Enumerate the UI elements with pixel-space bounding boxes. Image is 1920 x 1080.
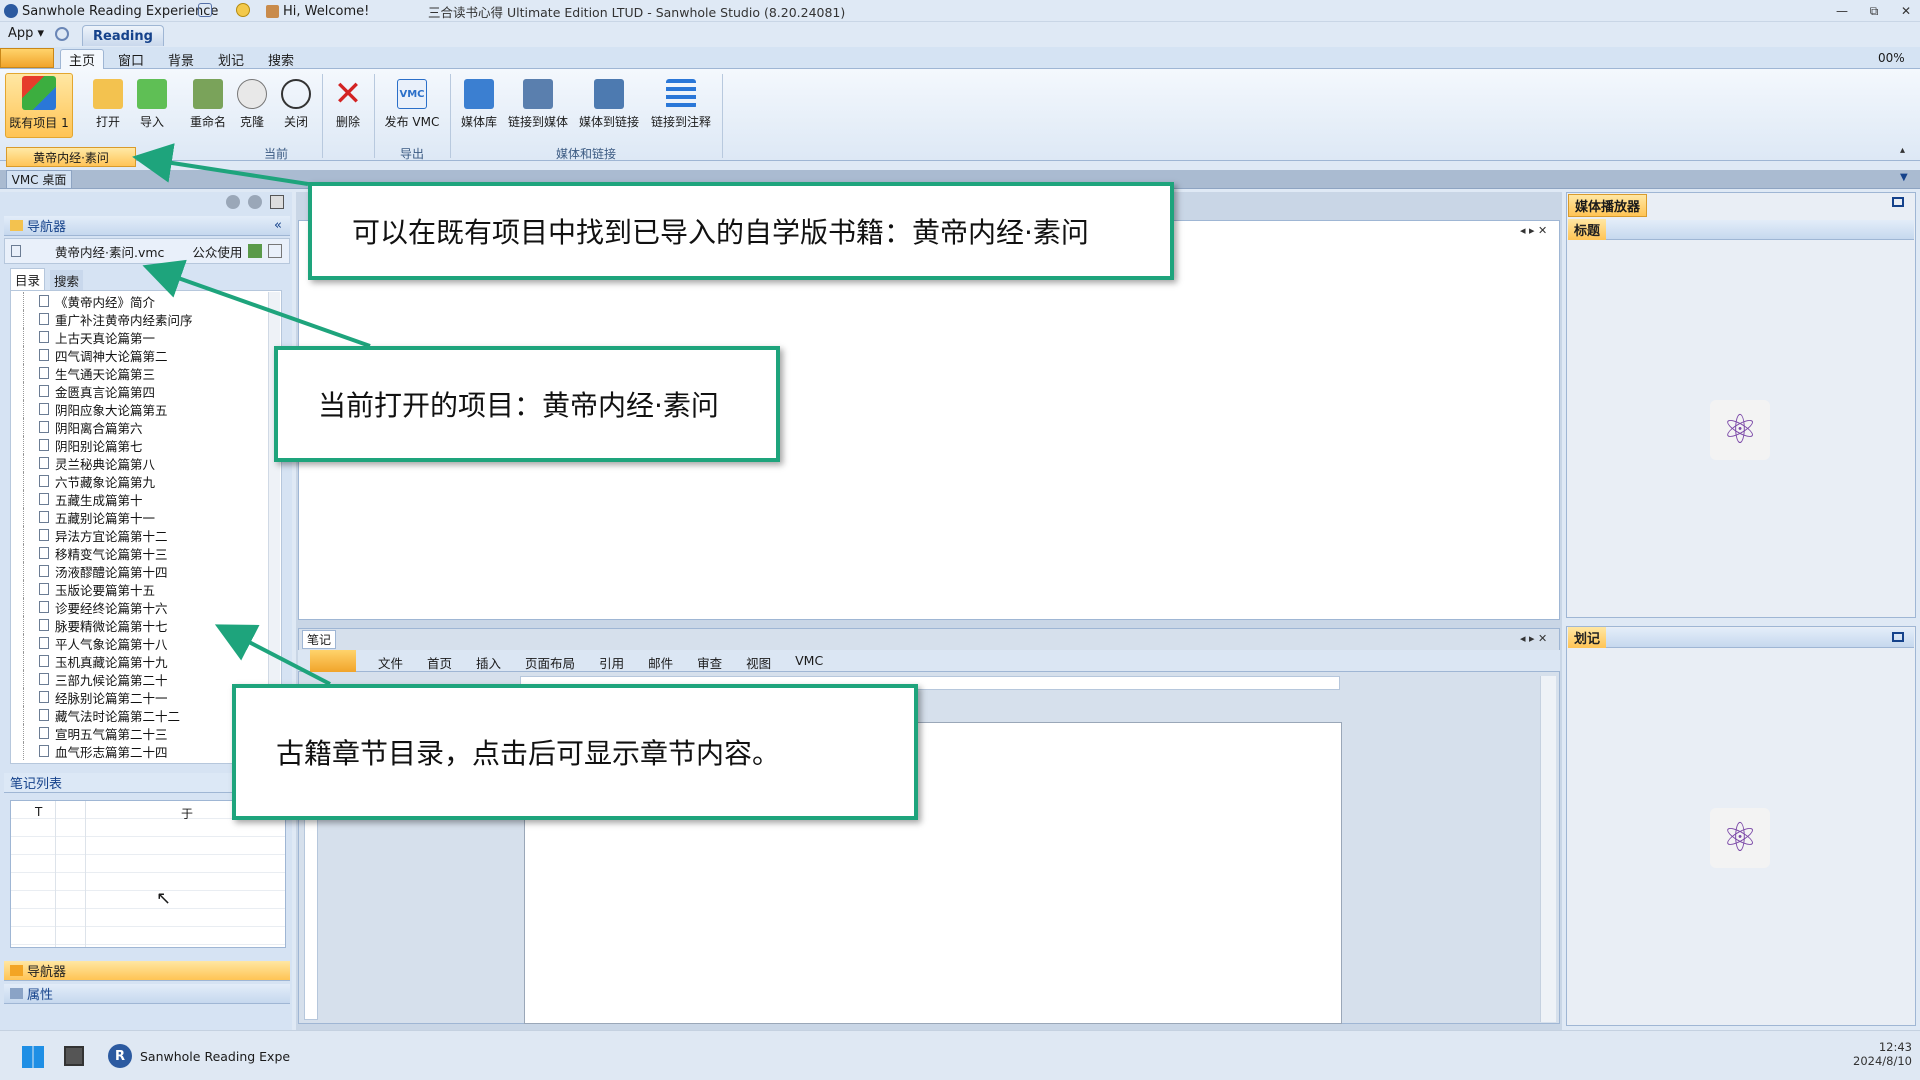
callout-2-text: 当前打开的项目：黄帝内经·素问 <box>318 389 719 422</box>
callout-arrows <box>132 143 371 686</box>
clock-time: 12:43 <box>1878 1040 1912 1054</box>
callout-existing-projects: 可以在既有项目中找到已导入的自学版书籍：黄帝内经·素问 <box>308 182 1174 280</box>
callout-toc: 古籍章节目录，点击后可显示章节内容。 <box>232 684 918 820</box>
taskbar-app[interactable]: R Sanwhole Reading Expe <box>108 1044 290 1068</box>
sanwhole-app-icon: R <box>108 1044 132 1068</box>
clock-date: 2024/8/10 <box>1853 1054 1912 1068</box>
windows-start-icon[interactable] <box>22 1046 44 1068</box>
callout-3-text: 古籍章节目录，点击后可显示章节内容。 <box>276 737 781 770</box>
taskbar-app-label: Sanwhole Reading Expe <box>140 1048 291 1064</box>
callout-1-text: 可以在既有项目中找到已导入的自学版书籍：黄帝内经·素问 <box>352 216 1089 249</box>
clock[interactable]: 12:43 2024/8/10 <box>1848 1040 1912 1068</box>
task-view-icon[interactable] <box>64 1046 84 1066</box>
callout-current-project: 当前打开的项目：黄帝内经·素问 <box>274 346 780 462</box>
